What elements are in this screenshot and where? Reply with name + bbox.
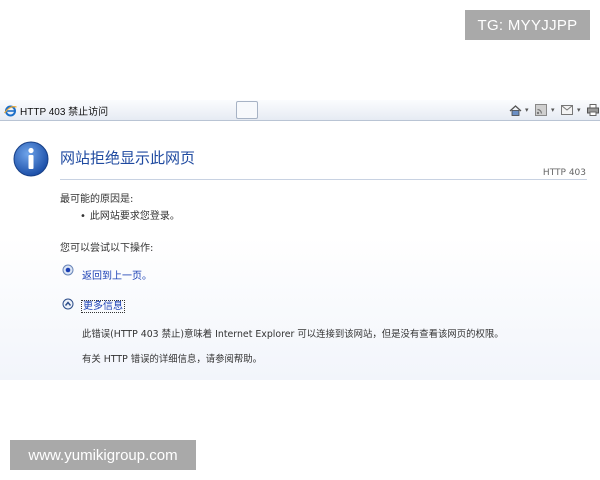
actions-heading: 您可以尝试以下操作: [60,243,154,254]
page-title: 网站拒绝显示此网页 [60,149,196,167]
mail-dropdown-icon[interactable]: ▾ [577,106,583,114]
mail-icon[interactable] [560,103,574,117]
print-icon[interactable] [586,103,600,117]
new-tab-button[interactable] [236,101,258,119]
command-bar: ▾ ▾ ▾ [508,102,600,118]
home-icon[interactable] [508,103,522,117]
info-icon [13,141,49,177]
http-status-code: HTTP 403 [542,168,586,178]
tab-bar: HTTP 403 禁止访问 ▾ ▾ ▾ [0,100,600,121]
tab-title: HTTP 403 禁止访问 [20,106,109,118]
rss-icon[interactable] [534,103,548,117]
go-back-link[interactable]: 返回到上一页。 [82,267,152,282]
cause-item: • 此网站要求您登录。 [80,211,180,222]
ie-logo-icon [4,104,17,117]
active-tab[interactable]: HTTP 403 禁止访问 [2,101,230,119]
expand-up-icon[interactable] [62,298,74,310]
bullet-icon: • [80,211,86,222]
browser-window: HTTP 403 禁止访问 ▾ ▾ ▾ 网站拒绝显示此网页 HTTP 403 最… [0,100,600,380]
more-info-link[interactable]: 更多信息 [81,297,125,313]
error-detail-text: 此错误(HTTP 403 禁止)意味着 Internet Explorer 可以… [82,329,504,340]
watermark-bottom: www.yumikigroup.com [10,440,196,470]
home-dropdown-icon[interactable]: ▾ [525,106,531,114]
error-page: 网站拒绝显示此网页 HTTP 403 最可能的原因是: • 此网站要求您登录。 您… [0,121,600,380]
watermark-top: TG: MYYJJPP [465,10,590,40]
title-divider [60,179,587,180]
bullet-circle-icon [62,264,74,276]
rss-dropdown-icon[interactable]: ▾ [551,106,557,114]
help-text: 有关 HTTP 错误的详细信息，请参阅帮助。 [82,354,262,365]
causes-heading: 最可能的原因是: [60,194,134,205]
